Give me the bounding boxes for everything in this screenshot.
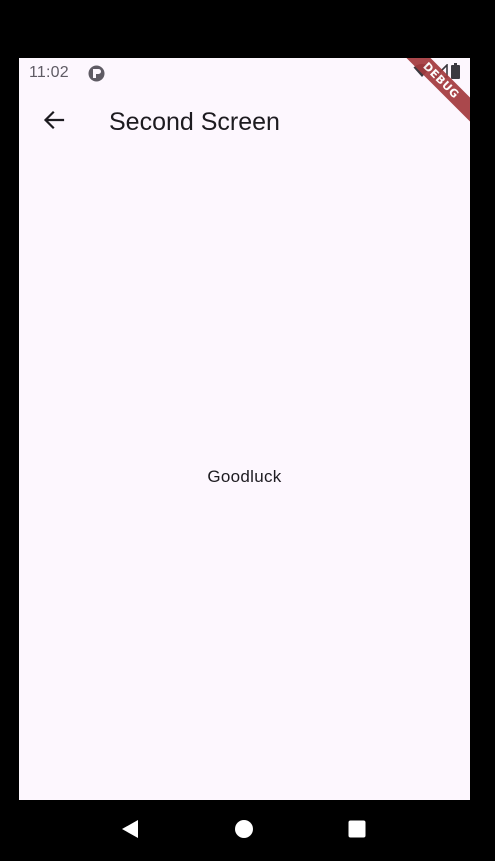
app-screen: 11:02 DEBUG Second Screen Goodluck [19, 58, 470, 800]
app-bar: Second Screen [19, 90, 470, 154]
home-circle-icon [234, 819, 254, 844]
device-frame: 11:02 DEBUG Second Screen Goodluck [0, 0, 495, 861]
play-store-icon [88, 65, 105, 82]
system-nav-bar [0, 800, 495, 861]
page-title: Second Screen [109, 108, 280, 136]
arrow-back-icon [42, 108, 66, 137]
nav-recents-button[interactable] [346, 820, 368, 842]
body-text: Goodluck [207, 467, 282, 486]
back-button[interactable] [30, 102, 78, 142]
body-content: Goodluck [19, 154, 470, 800]
status-bar: 11:02 DEBUG [19, 58, 470, 126]
nav-home-button[interactable] [233, 819, 255, 844]
back-triangle-icon [120, 819, 140, 844]
status-time: 11:02 [29, 64, 69, 81]
nav-back-button[interactable] [119, 819, 141, 844]
recents-square-icon [347, 819, 367, 844]
